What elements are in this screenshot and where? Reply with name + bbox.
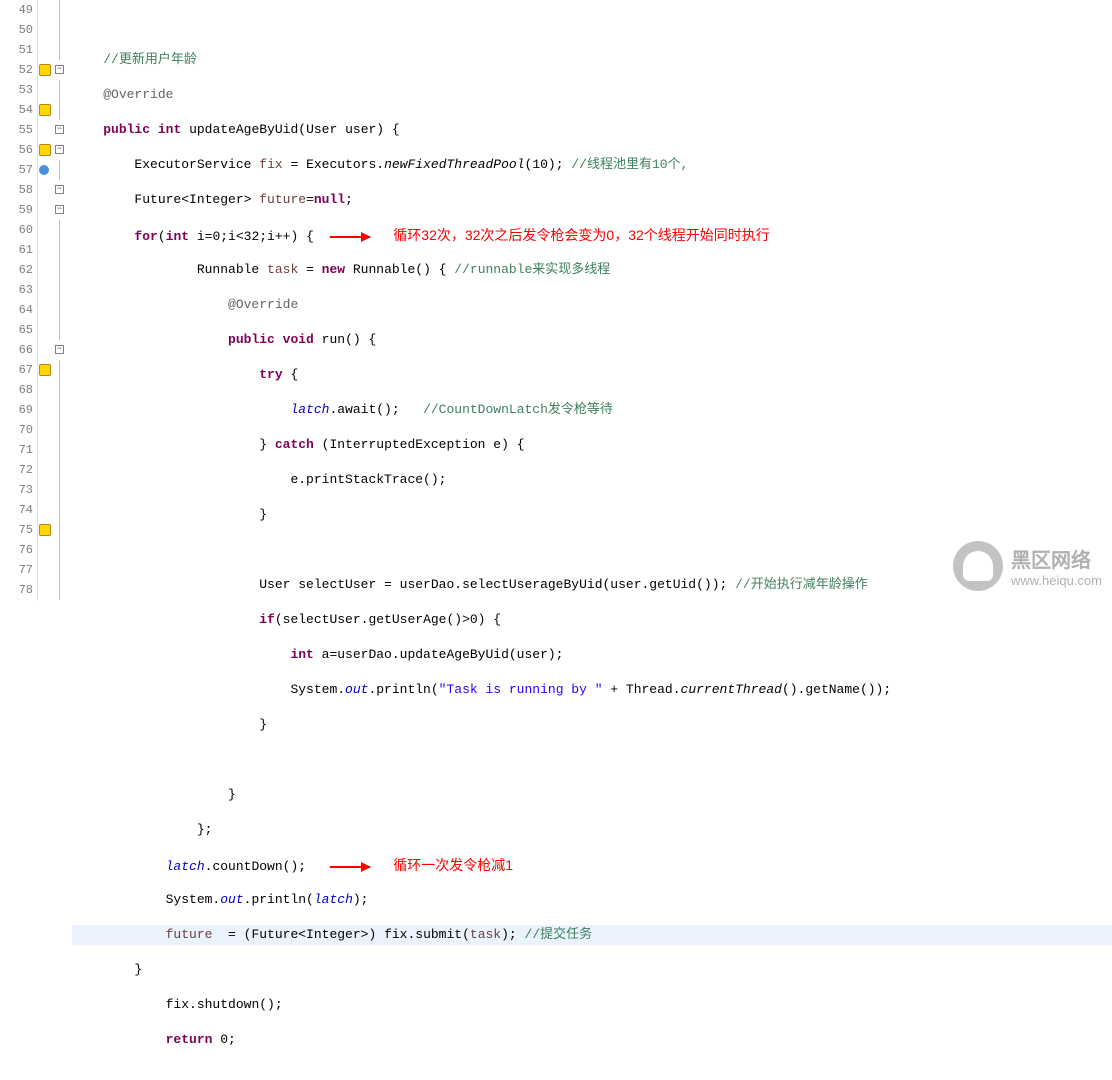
code-line: System.out.println(latch);	[72, 890, 1112, 910]
code-line: int a=userDao.updateAgeByUid(user);	[72, 645, 1112, 665]
code-line: public void run() {	[72, 330, 1112, 350]
fold-gutter: − − − − − −	[54, 0, 68, 601]
code-line	[72, 750, 1112, 770]
override-marker-icon[interactable]	[39, 165, 49, 175]
line-number: 55	[0, 120, 37, 140]
arrow-icon	[330, 236, 370, 238]
code-line-current: future = (Future<Integer>) fix.submit(ta…	[72, 925, 1112, 945]
code-line: Runnable task = new Runnable() { //runna…	[72, 260, 1112, 280]
line-number: 63	[0, 280, 37, 300]
watermark: 黑区网络 www.heiqu.com	[953, 541, 1102, 591]
code-line: latch.countDown(); 循环一次发令枪减1	[72, 855, 1112, 875]
line-number: 62	[0, 260, 37, 280]
line-number: 67	[0, 360, 37, 380]
code-line: try {	[72, 365, 1112, 385]
fold-collapse-icon[interactable]: −	[55, 345, 64, 354]
code-line: e.printStackTrace();	[72, 470, 1112, 490]
line-number: 74	[0, 500, 37, 520]
fold-collapse-icon[interactable]: −	[55, 205, 64, 214]
warning-marker-icon[interactable]	[39, 144, 51, 156]
code-line: return 0;	[72, 1030, 1112, 1050]
fold-collapse-icon[interactable]: −	[55, 65, 64, 74]
code-line: //更新用户年龄	[72, 50, 1112, 70]
line-number: 78	[0, 580, 37, 600]
code-line: public int updateAgeByUid(User user) {	[72, 120, 1112, 140]
code-line: } catch (InterruptedException e) {	[72, 435, 1112, 455]
line-number: 57	[0, 160, 37, 180]
warning-marker-icon[interactable]	[39, 364, 51, 376]
code-editor: 49 50 51 52 53 54 55 56 57 58 59 60 61 6…	[0, 0, 1112, 601]
code-line: if(selectUser.getUserAge()>0) {	[72, 610, 1112, 630]
fold-collapse-icon[interactable]: −	[55, 125, 64, 134]
line-number: 52	[0, 60, 37, 80]
line-number: 51	[0, 40, 37, 60]
line-number: 59	[0, 200, 37, 220]
line-number: 61	[0, 240, 37, 260]
code-line: @Override	[72, 85, 1112, 105]
line-number: 69	[0, 400, 37, 420]
watermark-url: www.heiqu.com	[1011, 573, 1102, 588]
line-number: 64	[0, 300, 37, 320]
line-number: 72	[0, 460, 37, 480]
code-line: }	[72, 960, 1112, 980]
line-number: 58	[0, 180, 37, 200]
warning-marker-icon[interactable]	[39, 64, 51, 76]
code-line: };	[72, 820, 1112, 840]
line-number: 71	[0, 440, 37, 460]
fold-collapse-icon[interactable]: −	[55, 145, 64, 154]
line-number: 68	[0, 380, 37, 400]
line-number: 60	[0, 220, 37, 240]
code-line: Future<Integer> future=null;	[72, 190, 1112, 210]
line-number: 76	[0, 540, 37, 560]
line-number: 77	[0, 560, 37, 580]
code-line: }	[72, 785, 1112, 805]
arrow-icon	[330, 866, 370, 868]
line-number: 54	[0, 100, 37, 120]
line-number: 53	[0, 80, 37, 100]
code-line: fix.shutdown();	[72, 995, 1112, 1015]
code-line: System.out.println("Task is running by "…	[72, 680, 1112, 700]
line-number: 70	[0, 420, 37, 440]
line-number: 66	[0, 340, 37, 360]
fold-collapse-icon[interactable]: −	[55, 185, 64, 194]
line-number: 75	[0, 520, 37, 540]
watermark-title: 黑区网络	[1011, 544, 1102, 573]
line-number: 73	[0, 480, 37, 500]
line-number: 56	[0, 140, 37, 160]
code-line: latch.await(); //CountDownLatch发令枪等待	[72, 400, 1112, 420]
code-content[interactable]: //更新用户年龄 @Override public int updateAgeB…	[68, 0, 1112, 601]
marker-gutter	[38, 0, 54, 601]
line-number: 50	[0, 20, 37, 40]
code-line: for(int i=0;i<32;i++) { 循环32次，32次之后发令枪会变…	[72, 225, 1112, 245]
line-number: 49	[0, 0, 37, 20]
code-line: ExecutorService fix = Executors.newFixed…	[72, 155, 1112, 175]
annotation-text: 循环一次发令枪减1	[393, 857, 513, 873]
code-line: @Override	[72, 295, 1112, 315]
annotation-text: 循环32次，32次之后发令枪会变为0，32个线程开始同时执行	[393, 227, 770, 243]
code-line: }	[72, 505, 1112, 525]
warning-marker-icon[interactable]	[39, 524, 51, 536]
warning-marker-icon[interactable]	[39, 104, 51, 116]
line-number: 65	[0, 320, 37, 340]
line-number-gutter: 49 50 51 52 53 54 55 56 57 58 59 60 61 6…	[0, 0, 38, 601]
code-line: }	[72, 715, 1112, 735]
code-line	[72, 15, 1112, 35]
watermark-logo-icon	[953, 541, 1003, 591]
